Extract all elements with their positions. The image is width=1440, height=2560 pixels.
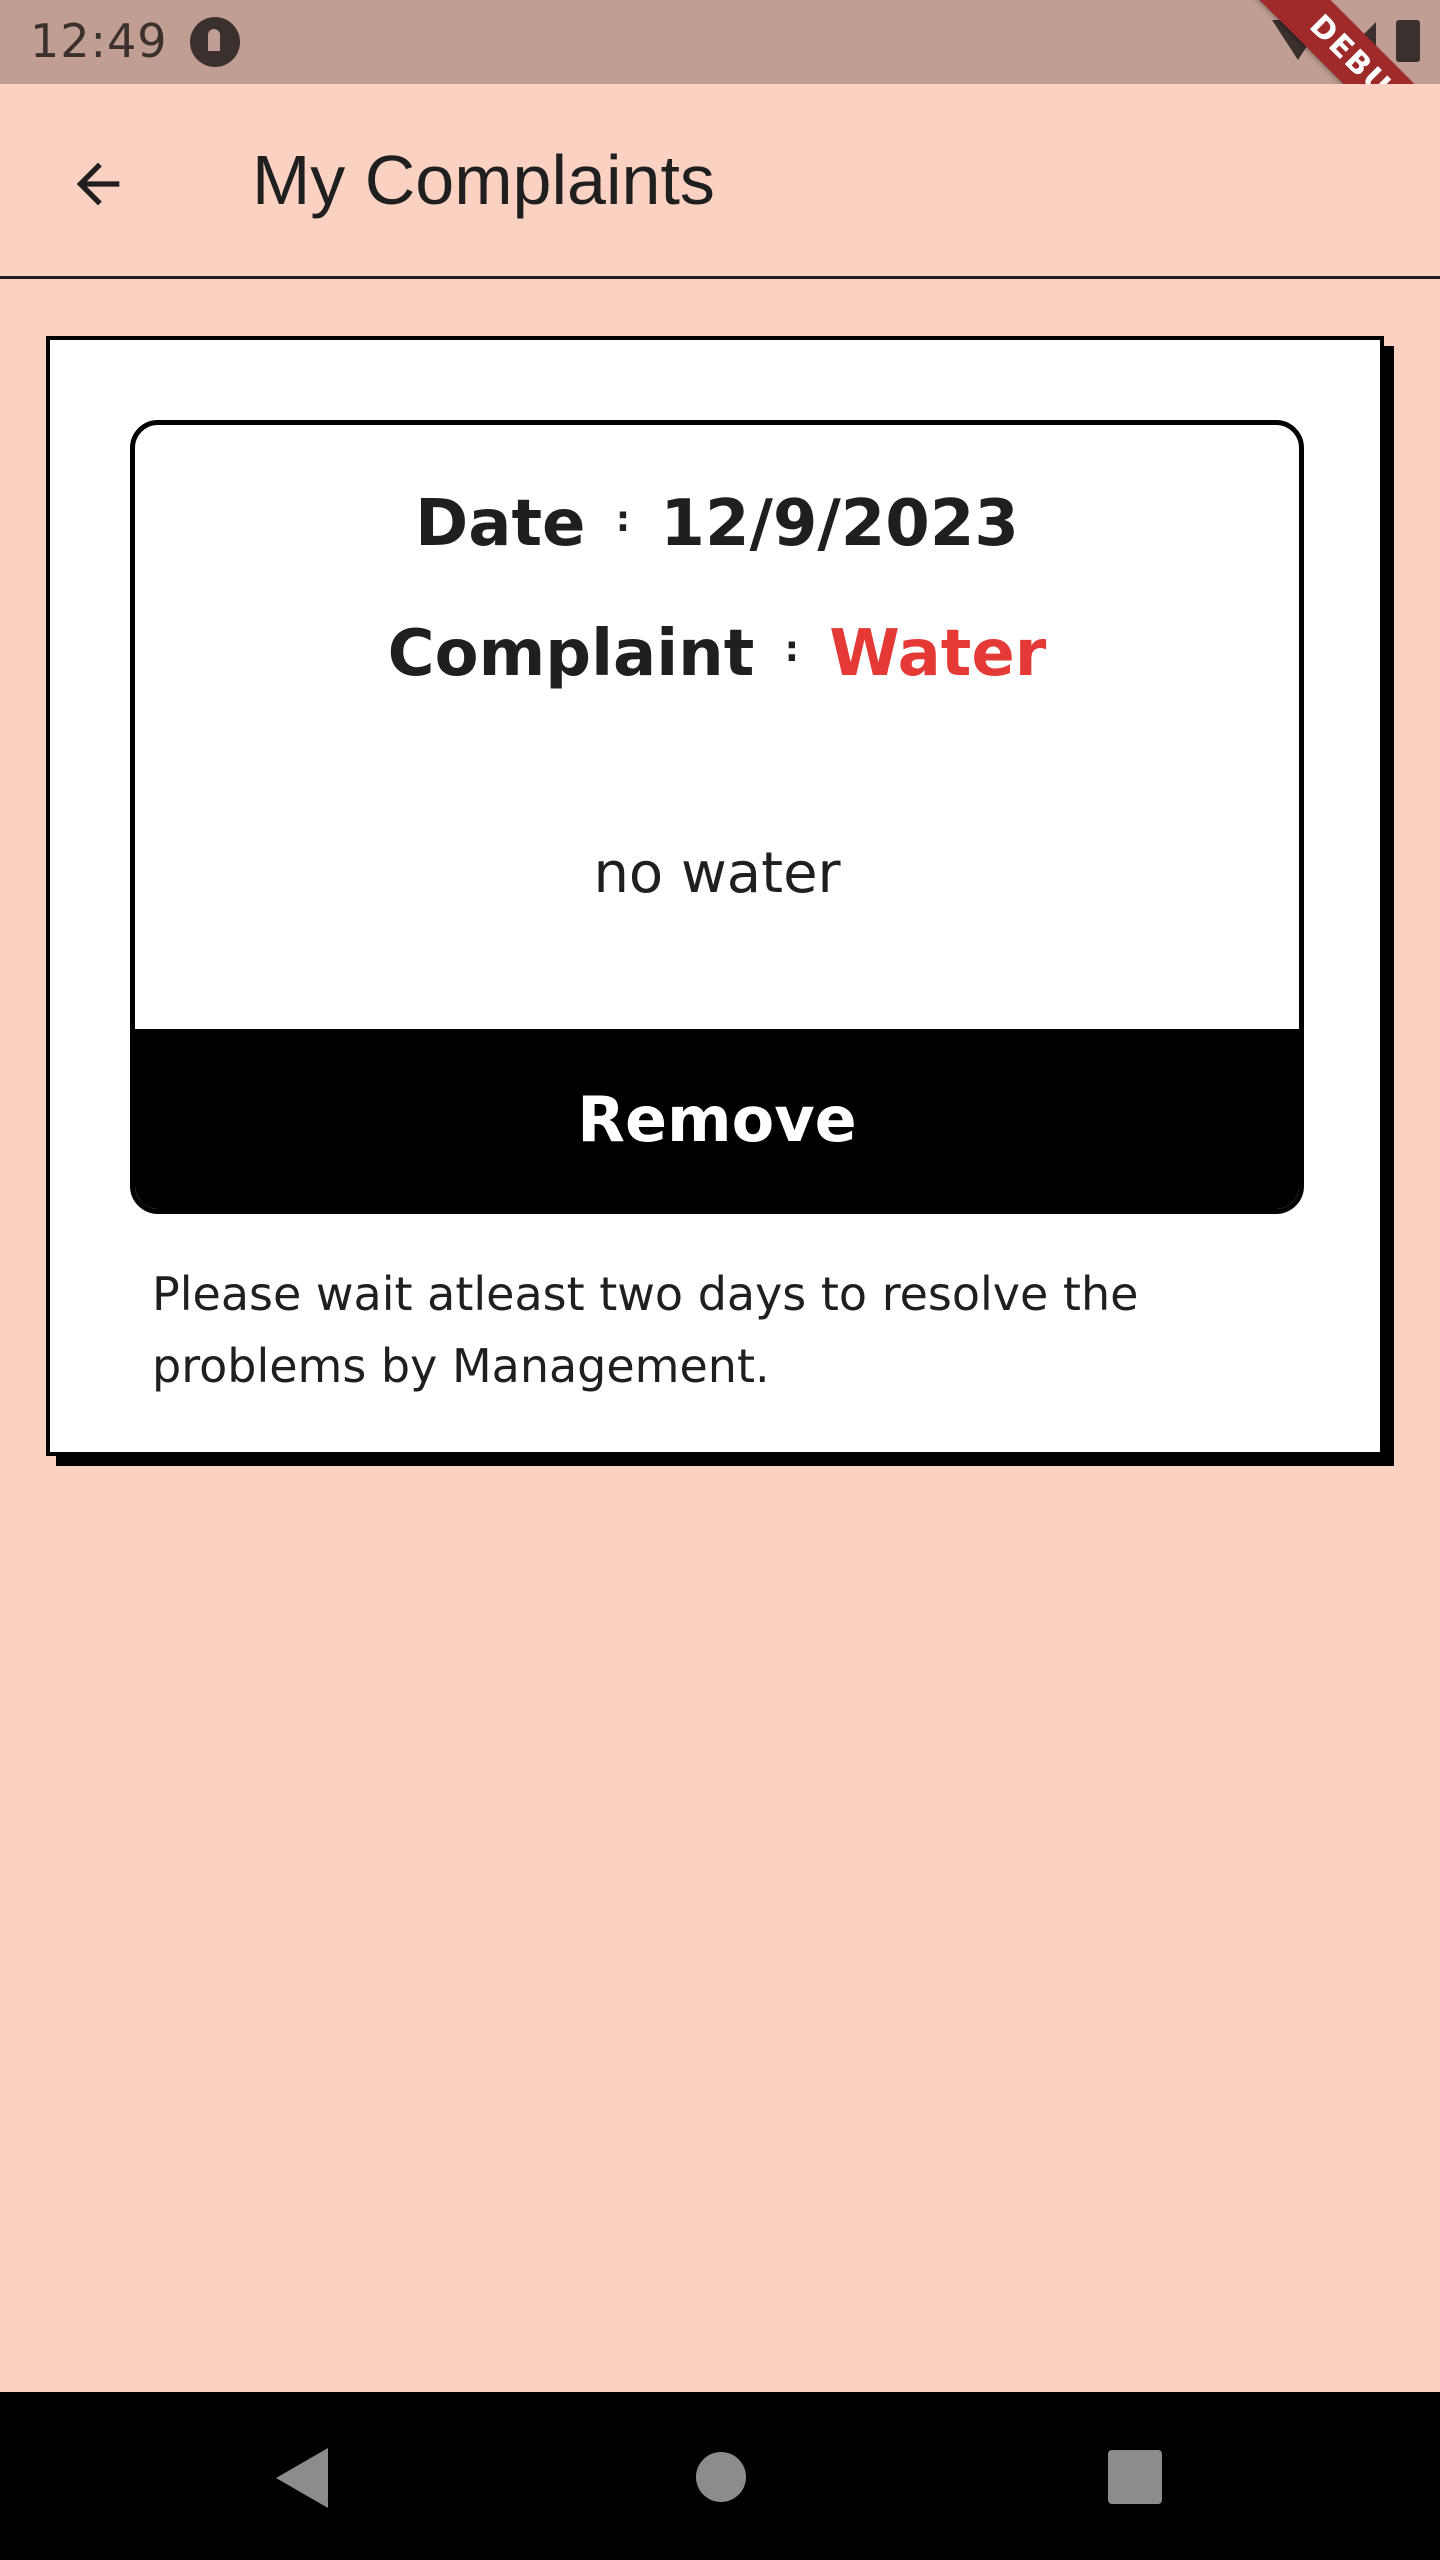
status-bar: 12:49 [0, 0, 1440, 84]
complaint-detail-card: Date : 12/9/2023 Complaint : Water no wa… [130, 420, 1304, 1214]
nav-home-icon[interactable] [696, 2452, 746, 2502]
app-bar: My Complaints [0, 84, 1440, 279]
nav-recents-icon[interactable] [1108, 2450, 1162, 2504]
notice-text: Please wait atleast two days to resolve … [152, 1267, 1139, 1393]
complaint-label: Complaint [387, 617, 755, 691]
page-title: My Complaints [252, 141, 715, 219]
date-value: 12/9/2023 [660, 487, 1019, 561]
date-separator: : [615, 499, 631, 540]
remove-button[interactable]: Remove [135, 1029, 1299, 1209]
notification-app-icon [190, 17, 240, 67]
date-row: Date : 12/9/2023 [135, 487, 1299, 561]
complaint-separator: : [784, 629, 799, 670]
complaint-description: no water [593, 841, 841, 906]
complaint-card: Date : 12/9/2023 Complaint : Water no wa… [46, 336, 1384, 1456]
date-label: Date [415, 487, 586, 561]
arrow-back-icon [76, 162, 120, 206]
complaint-type: Water [829, 617, 1047, 691]
status-time: 12:49 [30, 14, 168, 68]
battery-icon [1396, 20, 1420, 62]
back-button[interactable] [58, 144, 138, 224]
nav-back-icon[interactable] [276, 2448, 328, 2508]
complaint-row: Complaint : Water [135, 617, 1299, 691]
system-nav-bar [0, 2392, 1440, 2560]
